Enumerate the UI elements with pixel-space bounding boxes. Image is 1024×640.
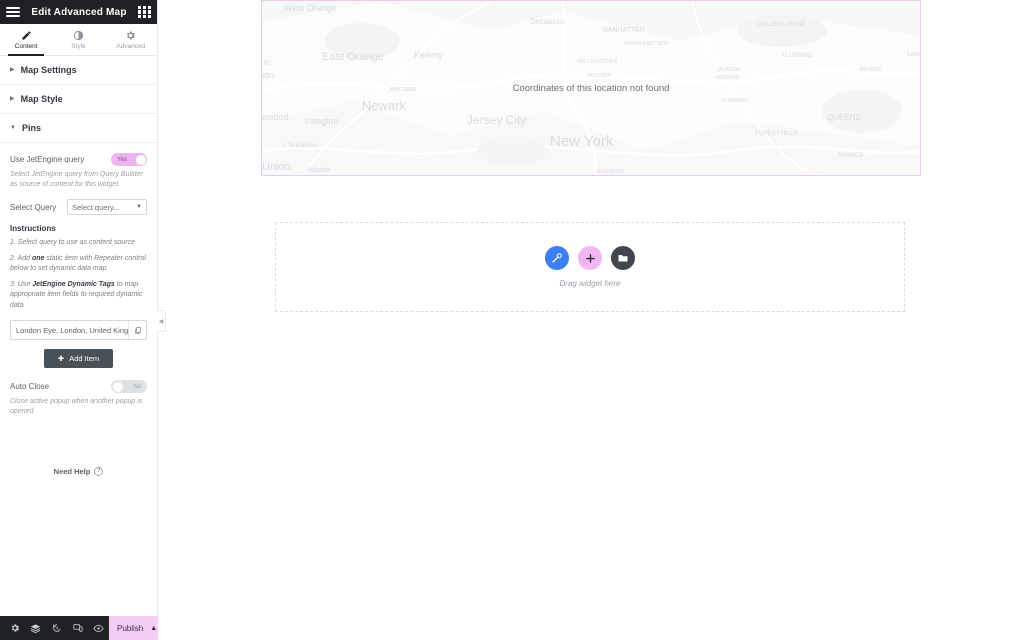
select-query-value: Select query... bbox=[72, 202, 120, 212]
auto-close-hint: Close active popup when another popup is… bbox=[10, 398, 143, 416]
add-template-button[interactable] bbox=[611, 246, 635, 270]
elementor-editor: Edit Advanced Map Content Style Advanced… bbox=[0, 0, 1024, 640]
instruction-3-pre: Use bbox=[17, 280, 33, 288]
need-help-label: Need Help bbox=[53, 466, 91, 476]
dropzone-buttons bbox=[545, 246, 635, 270]
pencil-icon bbox=[22, 30, 31, 40]
section-map-settings-label: Map Settings bbox=[20, 65, 77, 75]
instruction-2-pre: Add bbox=[17, 254, 32, 262]
chevron-down-icon: ▼ bbox=[136, 204, 142, 211]
use-jetengine-query-hint: Select JetEngine query from Query Builde… bbox=[10, 171, 143, 189]
chevron-right-icon: ▶ bbox=[10, 67, 15, 73]
toggle-knob bbox=[135, 154, 146, 165]
ai-magic-wand-button[interactable] bbox=[545, 246, 569, 270]
repeater-item-label: London Eye, London, United Kingdo bbox=[16, 325, 128, 335]
instruction-3-num: 3. bbox=[10, 280, 16, 288]
responsive-mode-icon[interactable] bbox=[67, 616, 88, 640]
gear-icon bbox=[127, 31, 136, 39]
drag-widget-dropzone[interactable]: Drag widget here bbox=[275, 222, 905, 312]
select-query-dropdown[interactable]: Select query... ▼ bbox=[67, 199, 147, 216]
instruction-2: 2. Add one static item with Repeater con… bbox=[10, 254, 147, 275]
panel-body: ▶ Map Settings ▶ Map Style ▼ Pins Use Je… bbox=[0, 56, 157, 616]
section-map-style[interactable]: ▶ Map Style bbox=[0, 85, 157, 114]
duplicate-icon[interactable] bbox=[128, 321, 146, 340]
instruction-3: 3. Use JetEngine Dynamic Tags to map app… bbox=[10, 280, 147, 312]
editor-panel: Edit Advanced Map Content Style Advanced… bbox=[0, 0, 166, 640]
use-jetengine-query-toggle[interactable]: Yes bbox=[111, 153, 147, 166]
instructions-title: Instructions bbox=[10, 224, 56, 234]
drag-widget-text: Drag widget here bbox=[559, 279, 621, 288]
panel-collapse-handle[interactable]: ◀ bbox=[157, 310, 166, 332]
panel-title: Edit Advanced Map bbox=[31, 6, 127, 18]
tab-style-label: Style bbox=[71, 42, 86, 50]
hamburger-menu-icon[interactable] bbox=[6, 7, 20, 17]
instruction-3-strong: JetEngine Dynamic Tags bbox=[32, 280, 115, 288]
plus-icon: ✚ bbox=[57, 354, 65, 364]
add-item-label: Add Item bbox=[69, 354, 100, 364]
toggle-knob bbox=[112, 381, 123, 392]
section-pins[interactable]: ▼ Pins bbox=[0, 114, 157, 143]
section-pins-label: Pins bbox=[21, 123, 41, 133]
pins-panel: Use JetEngine query Yes Select JetEngine… bbox=[0, 143, 157, 320]
auto-close-toggle[interactable]: No bbox=[111, 380, 147, 394]
tab-advanced[interactable]: Advanced bbox=[105, 24, 157, 55]
chevron-right-icon: ▶ bbox=[10, 96, 15, 102]
add-item-row: ✚ Add Item bbox=[10, 340, 147, 369]
map-error-notice: Coordinates of this location not found bbox=[512, 83, 670, 94]
history-clock-icon[interactable] bbox=[46, 616, 67, 640]
need-help-link[interactable]: Need Help ? bbox=[0, 427, 157, 476]
select-query-row: Select Query Select query... ▼ bbox=[10, 199, 147, 216]
plus-icon bbox=[585, 253, 595, 263]
add-element-button[interactable] bbox=[578, 246, 602, 270]
panel-tabs: Content Style Advanced bbox=[0, 24, 157, 56]
panel-footer: Publish ▲ bbox=[0, 616, 166, 640]
contrast-circle-icon bbox=[73, 30, 84, 40]
navigator-layers-icon[interactable] bbox=[25, 616, 46, 640]
section-map-settings[interactable]: ▶ Map Settings bbox=[0, 56, 157, 85]
instruction-2-num: 2. bbox=[10, 254, 16, 262]
instruction-1-text: Select query to use as content source bbox=[17, 239, 135, 247]
publish-label: Publish bbox=[117, 623, 144, 633]
advanced-map-widget[interactable]: West Orange Secaucus COLLEGE POINT East Ora… bbox=[261, 0, 921, 176]
panel-header: Edit Advanced Map bbox=[0, 0, 157, 24]
instruction-2-strong: one bbox=[31, 254, 45, 262]
select-query-label: Select Query bbox=[10, 202, 57, 212]
use-jetengine-query-label: Use JetEngine query bbox=[10, 155, 85, 164]
section-map-style-label: Map Style bbox=[20, 94, 63, 104]
editor-canvas: West Orange Secaucus COLLEGE POINT East Ora… bbox=[158, 0, 1024, 640]
pins-repeater: London Eye, London, United Kingdo ✚ Add … bbox=[0, 320, 157, 369]
instruction-1-num: 1. bbox=[10, 239, 16, 247]
magic-wand-icon bbox=[552, 253, 562, 263]
chevron-down-icon: ▼ bbox=[10, 125, 16, 131]
add-item-button[interactable]: ✚ Add Item bbox=[43, 349, 114, 369]
auto-close-row: Auto Close No bbox=[10, 380, 147, 394]
tab-content[interactable]: Content bbox=[0, 24, 52, 56]
folder-icon bbox=[618, 255, 628, 262]
question-circle-icon: ? bbox=[94, 466, 104, 476]
auto-close-control: Auto Close No Close active popup when an… bbox=[0, 368, 157, 417]
repeater-item[interactable]: London Eye, London, United Kingdo bbox=[10, 320, 147, 341]
instruction-1: 1. Select query to use as content source bbox=[10, 238, 147, 249]
footer-icon-group bbox=[0, 616, 109, 640]
auto-close-toggle-value: No bbox=[133, 383, 141, 390]
use-jetengine-query-toggle-value: Yes bbox=[117, 156, 127, 163]
settings-gear-icon[interactable] bbox=[4, 616, 25, 640]
use-jetengine-query-row: Use JetEngine query Yes bbox=[10, 153, 147, 166]
grid-apps-icon[interactable] bbox=[138, 5, 151, 19]
tab-content-label: Content bbox=[14, 42, 38, 50]
auto-close-label: Auto Close bbox=[10, 382, 50, 392]
tab-style[interactable]: Style bbox=[52, 24, 104, 55]
chevron-up-icon[interactable]: ▲ bbox=[150, 625, 157, 632]
preview-eye-icon[interactable] bbox=[88, 616, 109, 640]
publish-button[interactable]: Publish ▲ bbox=[109, 616, 166, 640]
tab-advanced-label: Advanced bbox=[116, 42, 146, 50]
